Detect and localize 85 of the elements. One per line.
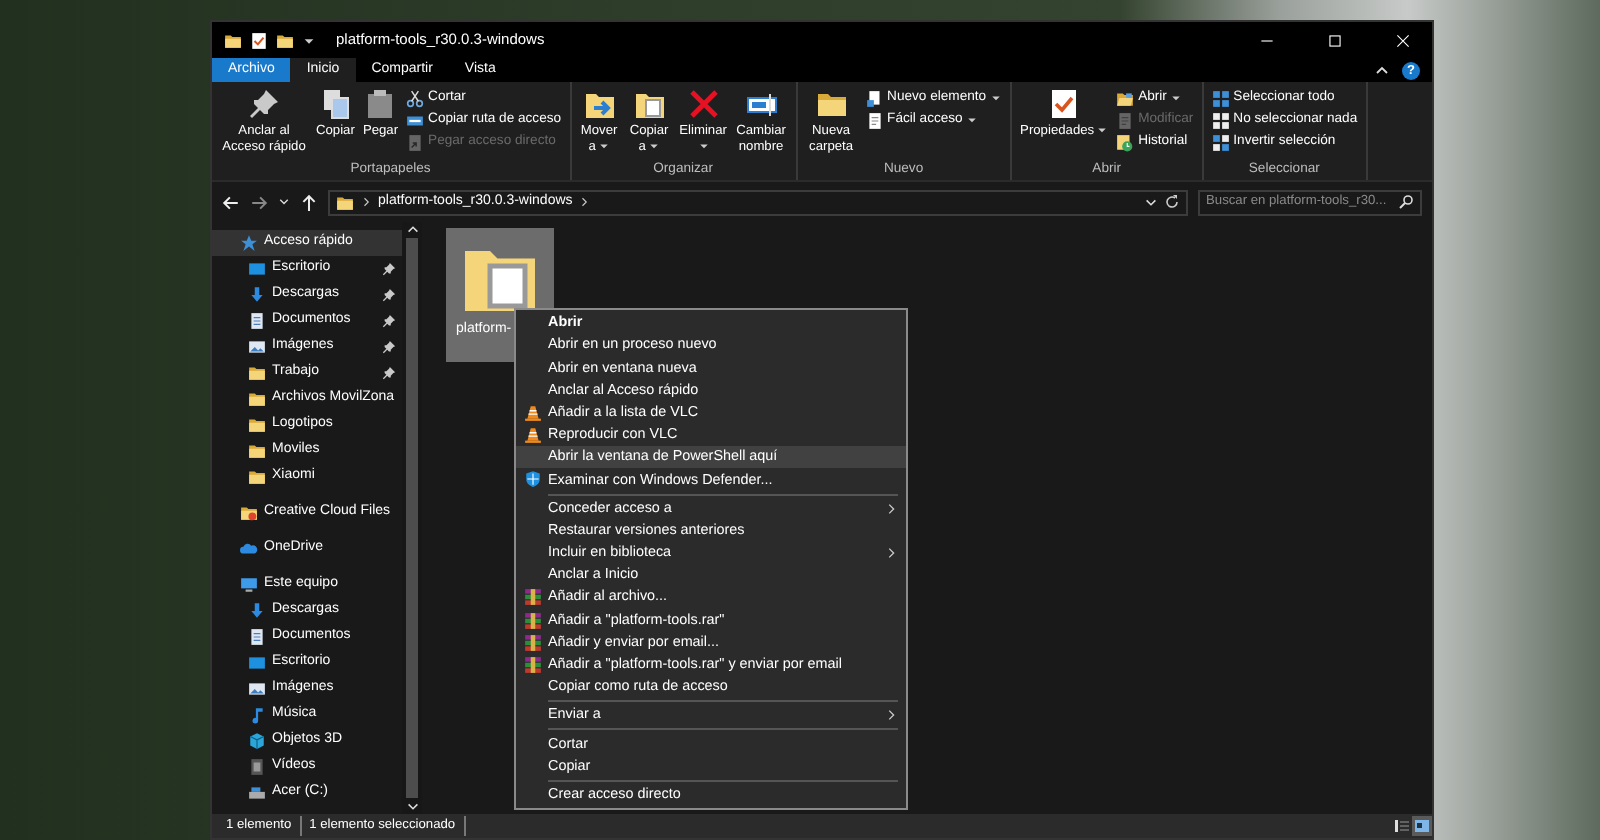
close-icon [1393, 31, 1411, 49]
cross-icon [687, 88, 720, 120]
caret-icon [1096, 124, 1109, 137]
document-icon [865, 111, 884, 129]
folder-documents-icon [633, 88, 666, 120]
grid-icon [1211, 111, 1230, 129]
computer-icon [240, 576, 258, 594]
caret-icon [1170, 92, 1183, 104]
grid-icon [1211, 89, 1230, 107]
cloud-icon [240, 540, 258, 558]
stacked-books-icon [523, 633, 541, 652]
cube-icon [248, 732, 266, 750]
pin-icon [382, 366, 396, 380]
desktop-icon [248, 260, 266, 278]
history-icon [1116, 133, 1135, 151]
star-icon [240, 234, 258, 252]
large-icons-view-icon [1414, 818, 1430, 834]
chevron-down-icon[interactable] [1144, 195, 1158, 209]
caret-icon [597, 139, 610, 152]
view-button[interactable] [1412, 816, 1432, 836]
checked-document-icon[interactable] [250, 31, 268, 49]
folder-icon [240, 504, 258, 522]
picture-icon [248, 680, 266, 698]
shield-icon [523, 470, 541, 489]
pin-icon [248, 88, 280, 120]
maximize-icon [1325, 31, 1343, 49]
stacked-books-icon [523, 611, 541, 630]
caret-icon[interactable] [302, 33, 316, 47]
up-arrow-icon[interactable] [300, 193, 318, 211]
folder-icon[interactable] [276, 31, 294, 49]
search-icon [1398, 194, 1414, 210]
music-note-icon [248, 706, 266, 724]
chevron-up-icon[interactable] [1374, 62, 1390, 78]
folder-icon [248, 364, 266, 382]
pin-icon [382, 340, 396, 354]
documents-icon [319, 88, 352, 120]
document-icon [1116, 111, 1135, 129]
caret-icon [647, 139, 660, 152]
forward-arrow-icon[interactable] [250, 193, 268, 211]
film-icon [248, 758, 266, 776]
down-arrow-icon [248, 286, 266, 304]
pin-icon [382, 314, 396, 328]
traffic-cone-icon [523, 426, 541, 445]
clipboard-icon [364, 88, 397, 120]
desktop-icon [248, 654, 266, 672]
rename-icon [745, 88, 778, 120]
path-icon [406, 111, 425, 129]
pin-icon [382, 288, 396, 302]
caret-icon [698, 139, 711, 152]
open-folder-icon [1116, 89, 1135, 107]
traffic-cone-icon [523, 403, 541, 422]
folder-arrow-icon [583, 88, 616, 120]
chevron-right-icon [884, 501, 898, 516]
folder-icon [815, 88, 848, 120]
folder-icon [248, 390, 266, 408]
back-arrow-icon[interactable] [222, 193, 240, 211]
down-arrow-icon [248, 602, 266, 620]
scissors-icon [406, 89, 425, 107]
chevron-up-icon [405, 222, 419, 236]
folder-icon [248, 442, 266, 460]
chevron-down-icon [405, 800, 419, 814]
chevron-right-icon [360, 196, 372, 208]
document-icon [248, 312, 266, 330]
checked-document-icon [1048, 88, 1081, 120]
chevron-right-icon[interactable] [578, 196, 591, 208]
refresh-icon[interactable] [1164, 194, 1180, 210]
folder-icon [248, 468, 266, 486]
chevron-down-icon[interactable] [278, 196, 290, 208]
folder-icon [248, 416, 266, 434]
details-view-icon [1394, 818, 1410, 834]
view-button[interactable] [1392, 816, 1412, 836]
new-document-icon [865, 89, 884, 107]
document-icon [248, 628, 266, 646]
stacked-books-icon [523, 588, 541, 607]
folder-icon [336, 193, 354, 211]
shortcut-icon [406, 133, 425, 151]
folder-icon [224, 31, 242, 49]
stacked-books-icon [523, 655, 541, 674]
drive-icon [248, 784, 266, 802]
scrollbar[interactable] [402, 222, 422, 814]
picture-icon [248, 338, 266, 356]
chevron-right-icon [884, 708, 898, 723]
chevron-right-icon [884, 545, 898, 560]
pin-icon [382, 262, 396, 276]
grid-icon [1211, 133, 1230, 151]
